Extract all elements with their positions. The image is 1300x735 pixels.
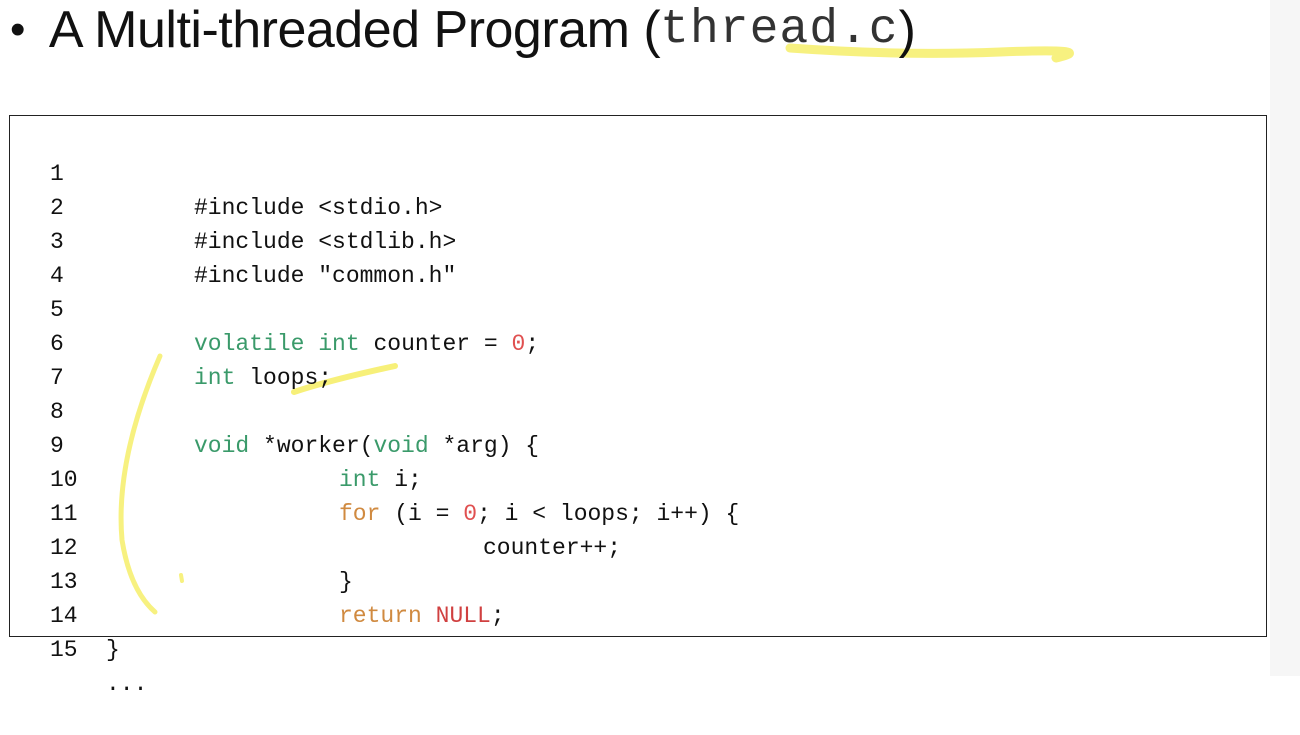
code-listing: 1 #include <stdio.h> 2 #include <stdlib.…: [9, 115, 1267, 697]
code-line-7: 7: [10, 327, 1260, 391]
code-line-12: 12 }: [10, 497, 1260, 595]
title-text: A Multi-threaded Program (: [48, 1, 661, 59]
code-line-14: 14 }: [10, 565, 1260, 663]
code-text: ...: [106, 671, 148, 697]
slide-edge-strip: [1270, 0, 1300, 676]
line-number: 15: [50, 637, 78, 663]
code-line-11: 11 counter++;: [10, 463, 1260, 561]
title-filename: thread.c: [660, 3, 899, 57]
code-line-3: 3 #include "common.h": [10, 191, 1260, 289]
slide-title: • A Multi-threaded Program ( thread.c ): [10, 0, 916, 60]
code-line-10: 10 for (i = 0; i < loops; i++) {: [10, 429, 1260, 527]
bullet-marker: •: [10, 5, 25, 54]
code-line-4: 4: [10, 225, 1260, 289]
code-line-5: 5 volatile int counter = 0;: [10, 259, 1260, 357]
code-line-15: 15 ...: [10, 599, 1260, 697]
code-line-8: 8 void *worker(void *arg) {: [10, 361, 1260, 459]
code-line-9: 9 int i;: [10, 395, 1260, 493]
code-line-2: 2 #include <stdlib.h>: [10, 157, 1260, 255]
title-close-paren: ): [898, 1, 916, 59]
code-line-13: 13 return NULL;: [10, 531, 1260, 629]
code-line-6: 6 int loops;: [10, 293, 1260, 391]
code-line-1: 1 #include <stdio.h>: [10, 123, 1260, 221]
code-text: }: [106, 637, 120, 663]
